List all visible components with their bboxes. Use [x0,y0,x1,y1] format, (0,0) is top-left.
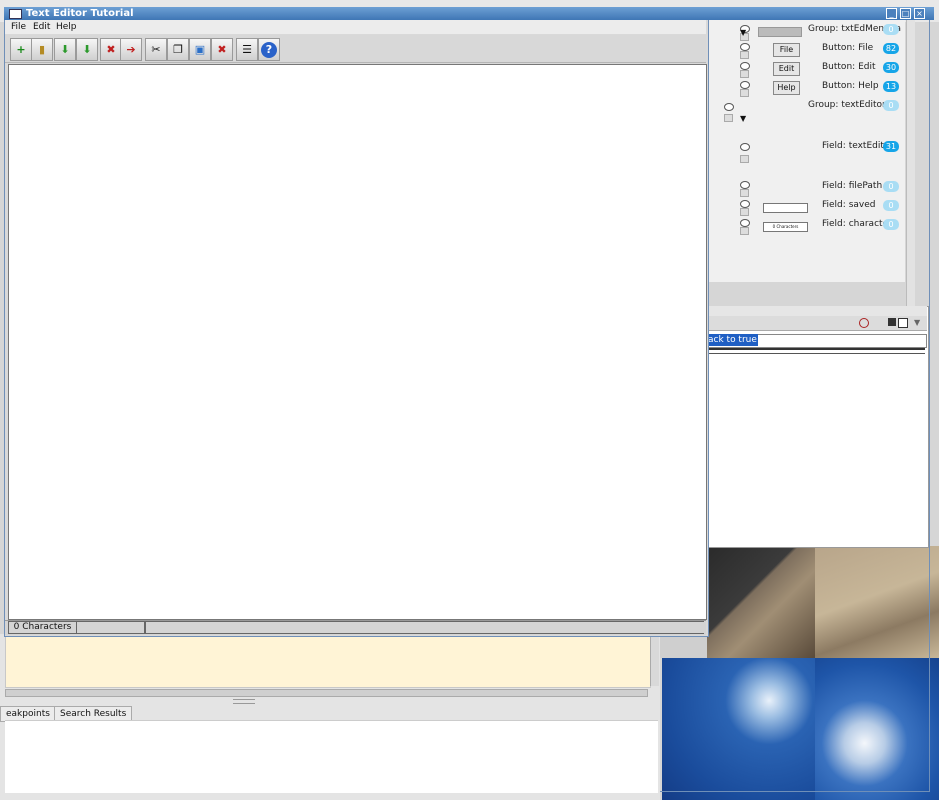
layer-count-badge: 13 [883,81,899,92]
horizontal-scrollbar[interactable] [5,689,648,697]
layer-count-badge: 0 [883,219,899,230]
splitter-handle[interactable] [233,699,255,704]
ide-results-area [5,720,658,793]
delete-icon[interactable]: ✖ [211,38,233,61]
record-icon[interactable] [859,318,869,328]
expand-arrow-icon[interactable]: ▼ [740,114,746,123]
lock-icon[interactable] [740,155,749,163]
layers-scrollbar[interactable] [906,18,915,308]
expand-arrow-icon[interactable]: ▼ [740,28,746,37]
app-icon [9,9,22,19]
window-titlebar [4,7,934,20]
status-cell-3 [145,621,704,634]
saved-field-thumbnail [763,203,808,213]
layer-count-badge: 0 [883,24,899,35]
layer-help-label: Button: Help [822,81,879,91]
visibility-eye-icon[interactable] [740,143,750,151]
pointer-icon[interactable] [888,318,896,326]
save-as-icon[interactable]: ⬇ [76,38,98,61]
lock-icon[interactable] [724,114,733,122]
copy-icon[interactable]: ❐ [167,38,189,61]
close-file-icon[interactable]: ✖ [100,38,122,61]
minimize-icon[interactable]: _ [886,8,897,19]
layer-count-badge: 30 [883,62,899,73]
help-icon[interactable]: ? [258,38,280,61]
layer-count-badge: 0 [883,181,899,192]
menu-bar [5,20,706,34]
menu-help[interactable]: Help [56,21,77,33]
preferences-icon[interactable]: ☰ [236,38,258,61]
paste-icon[interactable]: ▣ [189,38,211,61]
layer-edit-label: Button: Edit [822,62,876,72]
menu-edit[interactable]: Edit [33,21,50,33]
status-cell-2 [76,621,145,634]
visibility-eye-icon[interactable] [740,219,750,227]
text-editor-field[interactable] [8,64,707,620]
layer-characters-label: Field: character [822,219,892,229]
window-title: Text Editor Tutorial [26,8,134,19]
layer-count-badge: 0 [883,100,899,111]
lock-icon[interactable] [740,208,749,216]
lock-icon[interactable] [740,51,749,59]
visibility-eye-icon[interactable] [724,103,734,111]
message-box-titlebar [707,306,927,316]
layer-file-label: Button: File [822,43,874,53]
help-button-thumbnail: Help [773,81,800,95]
save-icon[interactable]: ⬇ [54,38,76,61]
layer-count-badge: 0 [883,200,899,211]
characters-field-thumbnail: 0 Characters [763,222,808,232]
layer-count-badge: 82 [883,43,899,54]
maximize-icon[interactable]: □ [900,8,911,19]
layer-count-badge: 31 [883,141,899,152]
character-count: 0 Characters [8,621,77,634]
desktop-photo-clouds [815,658,939,800]
layer-group-label: Group: textEditor [808,100,886,110]
edit-button-thumbnail: Edit [773,62,800,76]
file-button-thumbnail: File [773,43,800,57]
layer-filepath-label: Field: filePath [822,181,883,191]
layer-saved-label: Field: saved [822,200,876,210]
lock-icon[interactable] [740,70,749,78]
open-icon[interactable]: ▮ [31,38,53,61]
new-icon[interactable]: + [10,38,32,61]
script-scrollbar[interactable] [650,634,659,686]
window-frame-bottom [660,791,930,792]
menu-file[interactable]: File [11,21,26,33]
desktop-photo-rock [707,546,815,658]
visibility-eye-icon[interactable] [740,43,750,51]
visibility-eye-icon[interactable] [740,62,750,70]
script-editor-area[interactable] [5,632,651,688]
close-icon[interactable]: × [914,8,925,19]
desktop-photo-sky [662,658,815,800]
visibility-eye-icon[interactable] [740,200,750,208]
visibility-eye-icon[interactable] [740,81,750,89]
lock-icon[interactable] [740,227,749,235]
visibility-eye-icon[interactable] [740,181,750,189]
desktop-photo-sand [815,546,939,658]
divider [707,348,925,354]
menubar-thumbnail [758,27,802,37]
selected-text: ack to true [707,334,758,346]
chevron-down-icon[interactable]: ▼ [914,318,920,327]
exit-icon[interactable]: ➔ [120,38,142,61]
window-frame-edge [929,20,930,792]
window-icon[interactable] [898,318,908,328]
lock-icon[interactable] [740,89,749,97]
lock-icon[interactable] [740,189,749,197]
cut-icon[interactable]: ✂ [145,38,167,61]
